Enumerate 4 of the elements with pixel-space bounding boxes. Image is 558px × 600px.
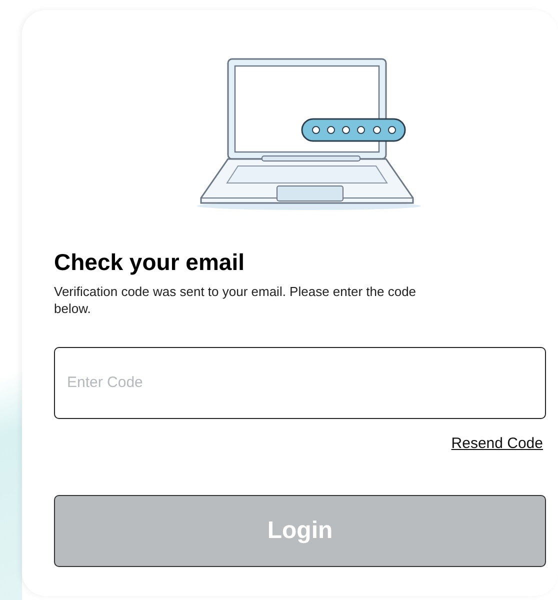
heading: Check your email [54, 248, 246, 277]
resend-code-link[interactable]: Resend Code [451, 432, 543, 456]
message-text: Verification code was sent to your email. Please enter the code below. [54, 282, 418, 317]
code-input-field[interactable]: Enter Code [54, 346, 546, 419]
